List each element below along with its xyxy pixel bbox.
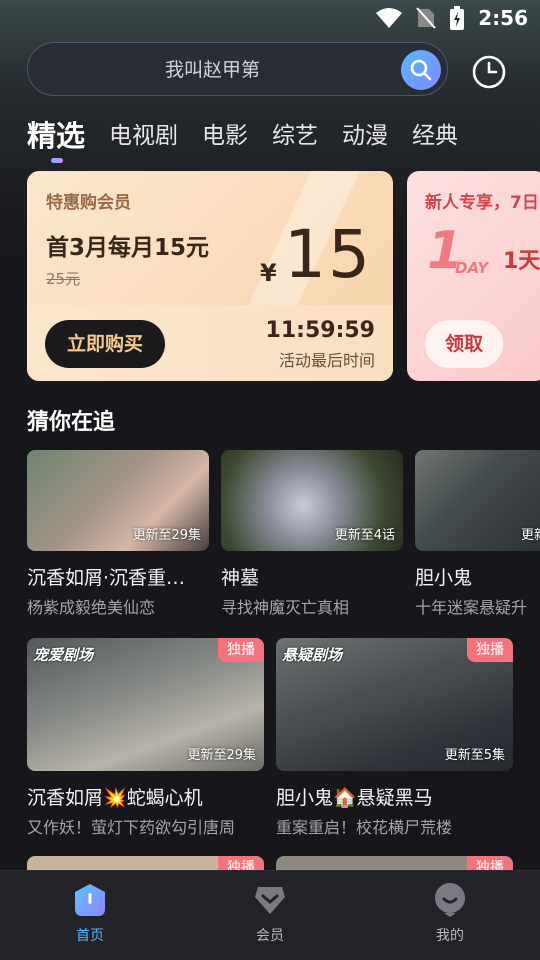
recommend-card[interactable]: 宠爱剧场 独播 更新至29集 沉香如屑💥蛇蝎心机 又作妖！萤灯下药欲勾引唐周 xyxy=(27,638,264,838)
search-row: 我叫赵甲第 xyxy=(27,42,517,98)
bottom-navigation: 首页 会员 我的 xyxy=(0,870,540,960)
search-icon xyxy=(410,59,432,81)
recommend-card[interactable]: 悬疑剧场 独播 更新至5集 胆小鬼🏠悬疑黑马 重案重启！校花横尸荒楼 xyxy=(276,638,513,838)
video-thumbnail: 更新 xyxy=(415,450,540,551)
newbie-promo-title: 新人专享，7日 xyxy=(425,193,539,213)
no-sim-icon xyxy=(416,7,436,29)
video-thumbnail: 宠爱剧场 独播 更新至29集 xyxy=(27,638,264,771)
newbie-side-text: 1天 xyxy=(503,249,540,274)
user-icon xyxy=(435,883,465,917)
nav-vip[interactable]: 会员 xyxy=(180,871,360,960)
search-button[interactable] xyxy=(401,50,441,90)
video-thumbnail: 更新至29集 xyxy=(27,450,209,551)
promo-headline: 首3月每月15元 xyxy=(46,235,210,261)
wifi-icon xyxy=(376,8,403,28)
promo-price: 15 xyxy=(284,216,372,293)
promo-currency-symbol: ¥ xyxy=(260,259,277,287)
watching-card[interactable]: 更新至4话 神墓 寻找神魔灭亡真相 xyxy=(221,450,403,618)
nav-label: 会员 xyxy=(256,928,284,944)
nav-home[interactable]: 首页 xyxy=(0,871,180,960)
nav-label: 首页 xyxy=(76,928,104,944)
newbie-day-text: DAY xyxy=(455,259,489,277)
active-tab-indicator xyxy=(51,158,63,163)
promo-title: 特惠购会员 xyxy=(46,193,131,213)
video-subtitle: 重案重启！校花横尸荒楼 xyxy=(276,818,453,837)
search-placeholder: 我叫赵甲第 xyxy=(164,59,260,81)
video-subtitle: 寻找神魔灭亡真相 xyxy=(221,598,350,617)
tab-classic[interactable]: 经典 xyxy=(412,118,458,154)
update-badge: 更新至29集 xyxy=(132,528,201,543)
status-bar: 2:56 xyxy=(0,0,540,36)
video-subtitle: 杨紫成毅绝美仙恋 xyxy=(27,598,156,617)
update-badge: 更新 xyxy=(520,528,540,543)
search-input[interactable]: 我叫赵甲第 xyxy=(27,42,448,96)
tab-movies[interactable]: 电影 xyxy=(202,118,248,154)
video-subtitle: 又作妖！萤灯下药欲勾引唐周 xyxy=(27,818,236,837)
status-time: 2:56 xyxy=(478,6,528,30)
countdown-timer: 11:59:59 xyxy=(265,318,375,343)
video-title: 神墓 xyxy=(221,567,260,589)
video-thumbnail: 悬疑剧场 独播 更新至5集 xyxy=(276,638,513,771)
diamond-icon xyxy=(255,887,285,914)
buy-now-button[interactable]: 立即购买 xyxy=(45,320,165,368)
home-icon xyxy=(75,884,105,916)
watching-card[interactable]: 更新至29集 沉香如屑·沉香重… 杨紫成毅绝美仙恋 xyxy=(27,450,209,618)
video-title: 胆小鬼🏠悬疑黑马 xyxy=(276,787,433,809)
tab-featured[interactable]: 精选 xyxy=(27,118,85,163)
countdown-label: 活动最后时间 xyxy=(278,351,375,370)
section-title-following: 猜你在追 xyxy=(27,410,116,435)
claim-button[interactable]: 领取 xyxy=(425,320,503,368)
promo-old-price: 25元 xyxy=(46,270,81,288)
update-badge: 更新至5集 xyxy=(444,748,505,763)
watching-card[interactable]: 更新 胆小鬼 十年迷案悬疑升 xyxy=(415,450,540,618)
category-tabs: 精选 电视剧 电影 综艺 动漫 经典 xyxy=(27,118,482,163)
video-subtitle: 十年迷案悬疑升 xyxy=(415,598,528,617)
video-title: 沉香如屑💥蛇蝎心机 xyxy=(27,787,203,809)
theater-logo: 宠爱剧场 xyxy=(33,646,94,664)
tab-anime[interactable]: 动漫 xyxy=(342,118,388,154)
nav-profile[interactable]: 我的 xyxy=(360,871,540,960)
video-title: 沉香如屑·沉香重… xyxy=(27,567,186,589)
theater-logo: 悬疑剧场 xyxy=(282,646,343,664)
update-badge: 更新至4话 xyxy=(334,528,395,543)
vip-promo-card[interactable]: 特惠购会员 首3月每月15元 25元 ¥ 15 立即购买 11:59:59 活动… xyxy=(27,171,393,381)
video-title: 胆小鬼 xyxy=(415,567,473,589)
battery-charging-icon xyxy=(450,6,465,30)
clock-icon xyxy=(472,55,506,89)
tab-variety[interactable]: 综艺 xyxy=(272,118,318,154)
exclusive-badge: 独播 xyxy=(467,638,513,662)
video-thumbnail: 更新至4话 xyxy=(221,450,403,551)
exclusive-badge: 独播 xyxy=(218,638,264,662)
history-button[interactable] xyxy=(471,54,507,90)
tab-tv-series[interactable]: 电视剧 xyxy=(109,118,178,154)
newbie-promo-card[interactable]: 新人专享，7日 1 DAY 1天 领取 xyxy=(407,171,540,381)
nav-label: 我的 xyxy=(436,928,464,944)
update-badge: 更新至29集 xyxy=(187,748,256,763)
